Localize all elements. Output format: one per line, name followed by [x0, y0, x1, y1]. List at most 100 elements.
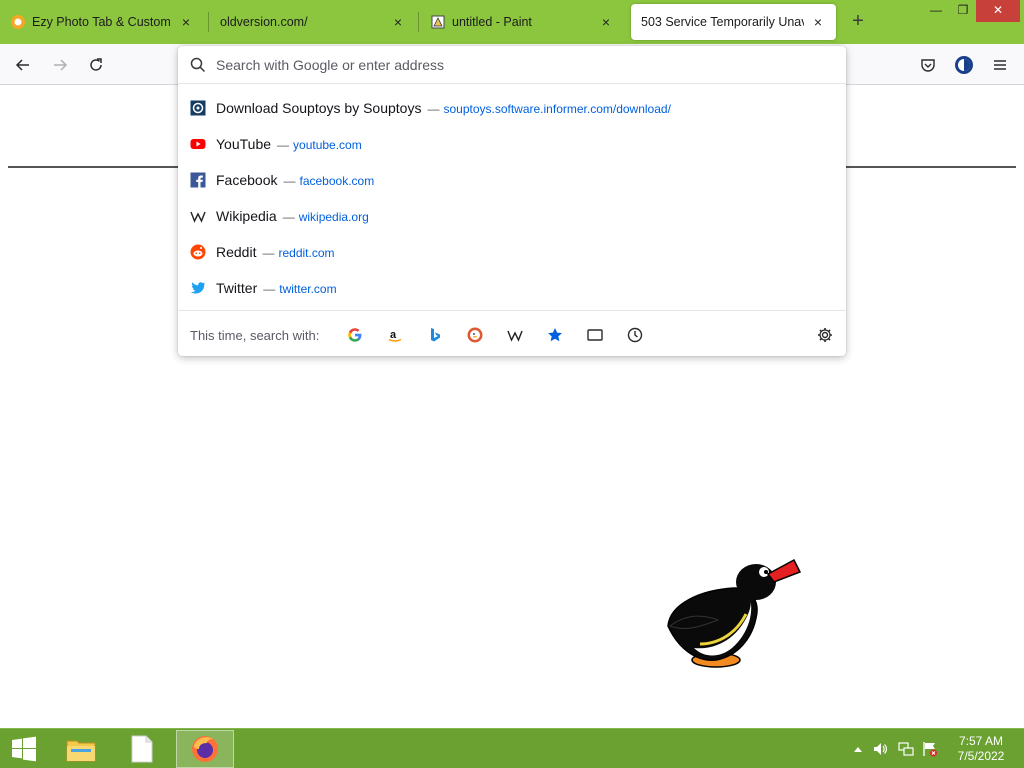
wikipedia-icon	[190, 211, 206, 223]
new-tab-button[interactable]: +	[846, 10, 870, 34]
wikipedia-icon	[507, 330, 523, 342]
result-dash: —	[262, 246, 275, 260]
windows-logo-icon	[12, 736, 36, 762]
tab-close-button[interactable]: ×	[178, 14, 194, 30]
pocket-button[interactable]	[915, 52, 941, 78]
reddit-icon	[190, 244, 206, 260]
search-with-duckduckgo-button[interactable]	[465, 325, 485, 345]
taskbar-blank-document[interactable]	[120, 730, 164, 768]
result-title: YouTube	[216, 136, 272, 152]
history-icon	[627, 327, 643, 343]
result-title: Twitter	[216, 280, 258, 296]
app-menu-button[interactable]	[987, 52, 1013, 78]
duckduckgo-icon	[467, 327, 483, 343]
urlbar-result-souptoys[interactable]: Download Souptoys by Souptoys — souptoys.s…	[178, 90, 846, 126]
urlbar-dropdown: Download Souptoys by Souptoys—souptoys.s…	[178, 46, 846, 356]
urlbar-result-wikipedia[interactable]: Wikipedia — wikipedia.org	[178, 198, 846, 234]
forward-button[interactable]	[47, 52, 73, 78]
result-url: twitter.com	[279, 282, 337, 296]
result-url: souptoys.software.informer.com/download/	[443, 102, 671, 116]
back-button[interactable]	[10, 52, 36, 78]
clock-time: 7:57 AM	[958, 734, 1004, 748]
result-dash: —	[427, 102, 440, 116]
souptoys-icon	[190, 100, 206, 116]
urlbar-result-youtube[interactable]: YouTube — youtube.com	[178, 126, 846, 162]
forward-arrow-icon	[54, 59, 68, 71]
back-arrow-icon	[15, 59, 29, 71]
document-icon	[131, 735, 153, 763]
account-button[interactable]	[951, 52, 977, 78]
search-history-button[interactable]	[625, 325, 645, 345]
result-url: reddit.com	[278, 246, 335, 260]
search-bookmarks-button[interactable]	[545, 325, 565, 345]
urlbar-result-reddit[interactable]: Reddit — reddit.com	[178, 234, 846, 270]
firefox-icon	[192, 736, 218, 762]
result-url: youtube.com	[293, 138, 362, 152]
tab-close-button[interactable]: ×	[598, 14, 614, 30]
youtube-icon	[190, 139, 206, 149]
twitter-icon	[190, 282, 206, 294]
address-bar-input[interactable]	[216, 55, 816, 75]
tab-ezy-photo[interactable]: Ezy Photo Tab & Custom We ×	[0, 4, 204, 40]
reload-button[interactable]	[83, 52, 109, 78]
result-dash: —	[263, 282, 276, 296]
taskbar-clock[interactable]: 7:57 AM 7/5/2022	[944, 734, 1018, 764]
action-center-button[interactable]	[922, 741, 938, 757]
search-with-bing-button[interactable]	[425, 325, 445, 345]
pocket-icon	[921, 59, 935, 72]
tab-close-button[interactable]: ×	[810, 14, 826, 30]
svg-text:a: a	[390, 329, 397, 341]
ezy-photo-favicon-icon	[11, 15, 25, 29]
result-title: Reddit	[216, 244, 257, 260]
result-text: Reddit — reddit.com	[216, 244, 335, 260]
close-window-button[interactable]: ✕	[976, 0, 1020, 22]
search-tabs-button[interactable]	[585, 325, 605, 345]
amazon-icon: a	[388, 329, 402, 342]
search-with-amazon-button[interactable]: a	[385, 325, 405, 345]
tab-strip: Ezy Photo Tab & Custom We × oldversion.c…	[0, 0, 1024, 44]
result-dash: —	[277, 138, 290, 152]
account-avatar-icon	[955, 56, 973, 74]
urlbar-result-twitter[interactable]: Twitter — twitter.com	[178, 270, 846, 306]
start-button[interactable]	[4, 730, 44, 768]
volume-button[interactable]	[872, 741, 888, 757]
taskbar-firefox-active[interactable]	[176, 730, 234, 768]
chevron-up-icon	[854, 747, 862, 752]
file-explorer-icon	[66, 740, 96, 762]
taskbar-file-explorer[interactable]	[58, 730, 104, 768]
tab-title: untitled - Paint	[452, 15, 532, 29]
urlbar-result-facebook[interactable]: Facebook — facebook.com	[178, 162, 846, 198]
result-text: Facebook — facebook.com	[216, 172, 374, 188]
tab-503-active[interactable]: 503 Service Temporarily Unavaila ×	[631, 4, 836, 40]
paint-favicon-icon	[431, 15, 445, 29]
tab-oldversion[interactable]: oldversion.com/ ×	[210, 4, 416, 40]
one-off-search-row: This time, search with: a	[178, 310, 846, 356]
network-button[interactable]	[898, 741, 914, 757]
gear-icon	[818, 328, 832, 342]
result-title: Wikipedia	[216, 208, 277, 224]
clock-date: 7/5/2022	[957, 749, 1005, 763]
search-with-wikipedia-button[interactable]	[505, 325, 525, 345]
tab-close-button[interactable]: ×	[390, 14, 406, 30]
tab-title: Ezy Photo Tab & Custom We	[32, 15, 172, 29]
facebook-icon	[190, 172, 206, 188]
flag-warning-icon	[923, 742, 937, 757]
search-icon	[190, 57, 206, 73]
show-hidden-icons-button[interactable]	[850, 741, 866, 757]
tab-title: 503 Service Temporarily Unavaila	[641, 15, 804, 29]
result-text: Wikipedia — wikipedia.org	[216, 208, 369, 224]
google-icon	[348, 328, 362, 342]
bookmarks-star-icon	[548, 328, 562, 342]
tab-paint[interactable]: untitled - Paint ×	[420, 4, 624, 40]
minimize-button[interactable]: —	[922, 0, 950, 22]
result-text: YouTube — youtube.com	[216, 136, 362, 152]
restore-button[interactable]: ❐	[950, 0, 976, 22]
tabs-icon	[587, 329, 603, 341]
speaker-icon	[874, 743, 887, 755]
result-text: Download Souptoys by Souptoys — souptoys.s…	[216, 100, 671, 116]
urlbar-input-row	[178, 46, 846, 84]
result-url: facebook.com	[299, 174, 375, 188]
tab-separator	[418, 12, 419, 32]
search-with-google-button[interactable]	[345, 325, 365, 345]
search-settings-button[interactable]	[815, 325, 835, 345]
